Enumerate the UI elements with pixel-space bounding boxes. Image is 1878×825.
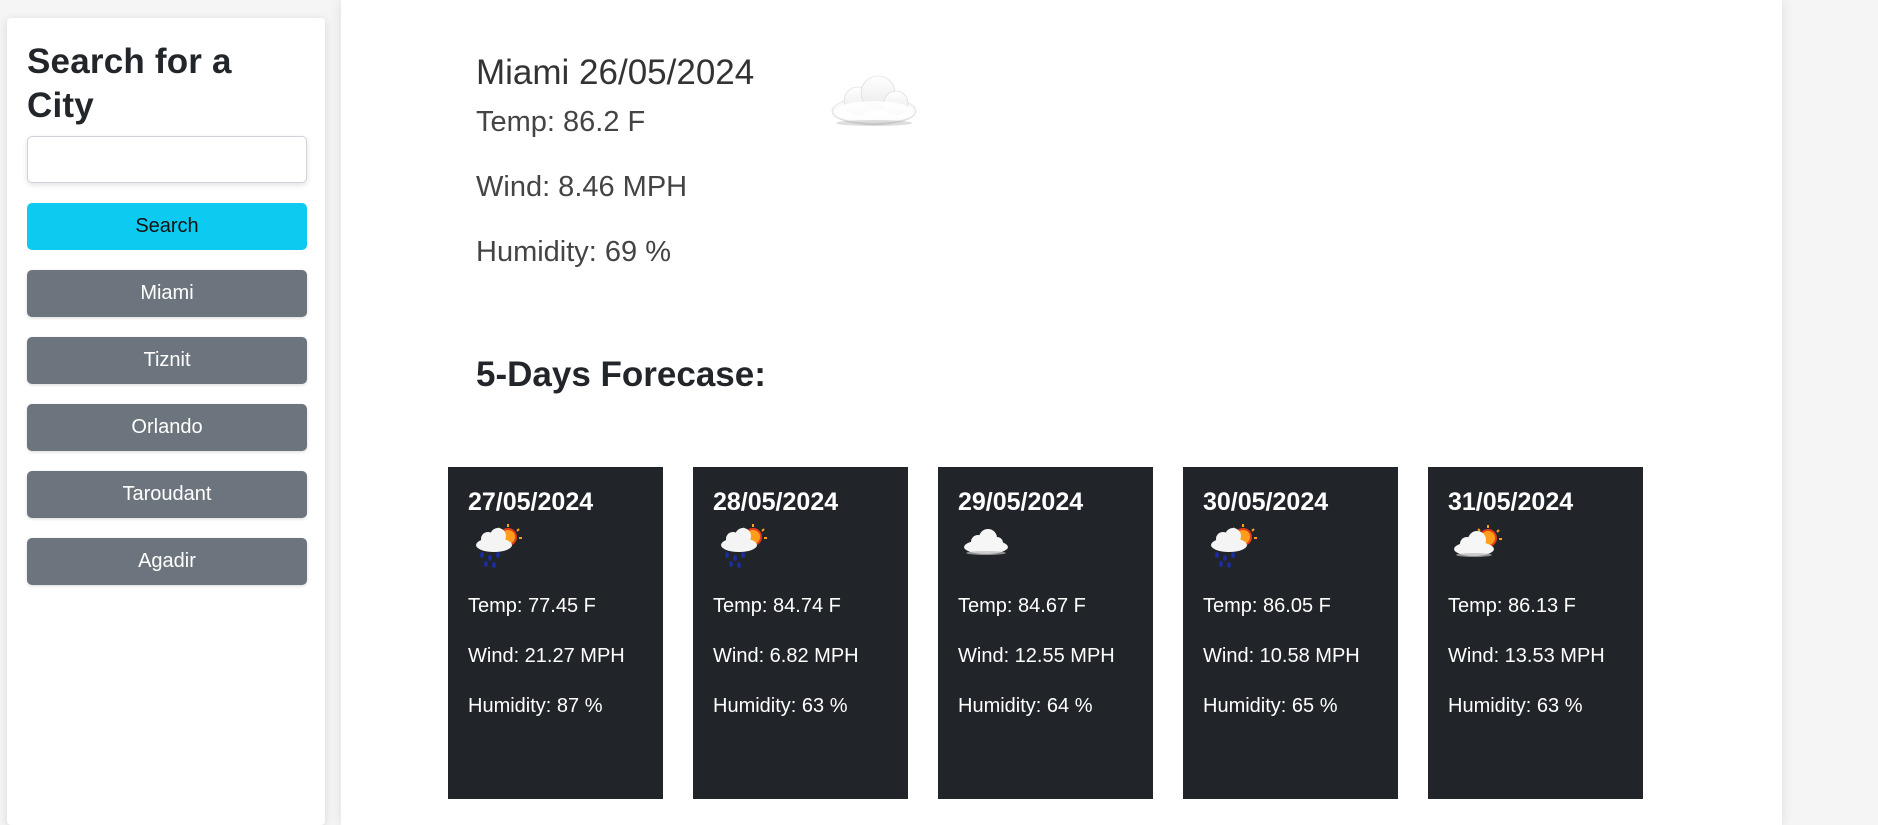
sidebar: Search for a City Search Miami Tiznit Or…	[7, 18, 325, 825]
current-city-date: Miami 26/05/2024	[476, 53, 755, 92]
rain-sun-icon	[476, 524, 522, 568]
forecast-wind: Wind: 12.55 MPH	[958, 645, 1115, 667]
current-weather: Miami 26/05/2024 Temp: 86.2 F Wind: 8.46…	[476, 50, 1076, 268]
city-search-input[interactable]	[27, 135, 307, 183]
forecast-card: 27/05/2024 Temp: 77.45 F Wind: 21.27 MPH…	[448, 467, 663, 799]
forecast-temp: Temp: 77.45 F	[468, 595, 596, 617]
current-humidity: Humidity: 69 %	[476, 236, 672, 268]
sidebar-title: Search for a City	[27, 42, 232, 125]
forecast-title: 5-Days Forecase:	[476, 355, 766, 394]
current-temp: Temp: 86.2 F	[476, 106, 646, 138]
history-button-orlando[interactable]: Orlando	[27, 403, 307, 451]
forecast-temp: Temp: 84.67 F	[958, 595, 1086, 617]
forecast-wind: Wind: 6.82 MPH	[713, 645, 859, 667]
forecast-humidity: Humidity: 63 %	[1448, 695, 1583, 717]
history-button-tiznit[interactable]: Tiznit	[27, 336, 307, 384]
forecast-humidity: Humidity: 87 %	[468, 695, 603, 717]
forecast-card: 30/05/2024 Temp: 86.05 F Wind: 10.58 MPH…	[1183, 467, 1398, 799]
forecast-date: 27/05/2024	[468, 488, 594, 516]
forecast-date: 30/05/2024	[1203, 488, 1329, 516]
forecast-wind: Wind: 13.53 MPH	[1448, 645, 1605, 667]
sun-cloud-icon	[1454, 525, 1502, 557]
forecast-card: 28/05/2024 Temp: 84.74 F Wind: 6.82 MPH …	[693, 467, 908, 799]
cloud-icon	[964, 529, 1008, 555]
forecast-card: 31/05/2024 Temp: 86.13 F Wind: 13.53 MPH…	[1428, 467, 1643, 799]
history-button-taroudant[interactable]: Taroudant	[27, 470, 307, 518]
forecast-temp: Temp: 86.05 F	[1203, 595, 1331, 617]
history-button-miami[interactable]: Miami	[27, 269, 307, 317]
history-button-agadir[interactable]: Agadir	[27, 537, 307, 585]
forecast-date: 29/05/2024	[958, 488, 1084, 516]
rain-sun-icon	[721, 524, 767, 568]
forecast-wind: Wind: 10.58 MPH	[1203, 645, 1360, 667]
forecast-temp: Temp: 84.74 F	[713, 595, 841, 617]
forecast-card: 29/05/2024 Temp: 84.67 F Wind: 12.55 MPH…	[938, 467, 1153, 799]
forecast-wind: Wind: 21.27 MPH	[468, 645, 625, 667]
main-panel: Miami 26/05/2024 Temp: 86.2 F Wind: 8.46…	[341, 0, 1782, 825]
forecast-humidity: Humidity: 63 %	[713, 695, 848, 717]
forecast-date: 31/05/2024	[1448, 488, 1574, 516]
search-button[interactable]: Search	[27, 202, 307, 250]
forecast-humidity: Humidity: 65 %	[1203, 695, 1338, 717]
current-wind: Wind: 8.46 MPH	[476, 171, 688, 203]
forecast-date: 28/05/2024	[713, 488, 839, 516]
forecast-humidity: Humidity: 64 %	[958, 695, 1093, 717]
cloud-icon	[831, 75, 917, 126]
rain-sun-icon	[1211, 524, 1257, 568]
forecast-temp: Temp: 86.13 F	[1448, 595, 1576, 617]
